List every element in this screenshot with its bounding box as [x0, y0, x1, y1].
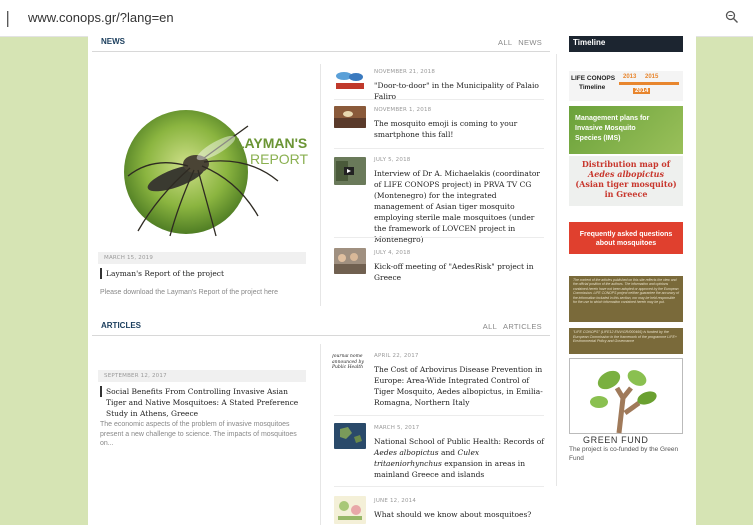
- faq-banner[interactable]: Frequently asked questions about mosquit…: [569, 222, 683, 254]
- news-thumb-1[interactable]: [334, 70, 366, 92]
- featured-news-date: MARCH 15, 2019: [104, 255, 154, 261]
- news-date-3: JULY 5, 2018: [374, 157, 411, 163]
- management-plans-banner[interactable]: Management plans for Invasive Mosquito S…: [569, 106, 683, 154]
- news-all-link[interactable]: ALL: [498, 38, 512, 47]
- news-date-2: NOVEMBER 1, 2018: [374, 107, 432, 113]
- news-row-divider: [334, 237, 544, 238]
- news-title-3[interactable]: Interview of Dr A. Michaelakis (coordina…: [374, 168, 546, 245]
- featured-article-marker: [100, 386, 102, 397]
- featured-article-title[interactable]: Social Benefits From Controlling Invasiv…: [106, 386, 308, 419]
- disclaimer-box: The content of the articles published on…: [569, 276, 683, 322]
- news-thumb-4[interactable]: [334, 248, 366, 274]
- timeline-banner[interactable]: LIFE CONOPS Timeline 2013 2015 2014: [569, 71, 683, 101]
- article-date-2: MARCH 5, 2017: [374, 425, 420, 431]
- featured-news-title[interactable]: Layman's Report of the project: [106, 268, 306, 279]
- articles-section-header: ARTICLES ALL ARTICLES: [92, 320, 550, 336]
- article-thumb-3[interactable]: [334, 496, 366, 524]
- news-date-4: JULY 4, 2018: [374, 250, 411, 256]
- news-row-divider: [334, 148, 544, 149]
- article-title-2[interactable]: National School of Public Health: Record…: [374, 436, 546, 480]
- page-content: NEWS ALL NEWS LAYMAN'S REPORT MARCH 15, 2…: [88, 36, 696, 525]
- news-thumb-3[interactable]: [334, 157, 366, 185]
- featured-news-desc: Please download the Layman's Report of t…: [100, 289, 279, 296]
- sidebar-divider: [556, 54, 557, 486]
- news-title-4[interactable]: Kick-off meeting of "AedesRisk" project …: [374, 261, 546, 283]
- timeline-arrow: [619, 82, 679, 85]
- article-date-1: APRIL 22, 2017: [374, 353, 419, 359]
- article-thumb-2[interactable]: [334, 423, 366, 449]
- featured-article-desc: The economic aspects of the problem of i…: [100, 421, 297, 447]
- featured-news-marker: [100, 268, 102, 279]
- funding-box: "LIFE CONOPS" (LIFE12 ENV/GR/000466) is …: [569, 328, 683, 354]
- distribution-map-banner[interactable]: Distribution map of Aedes albopictus (As…: [569, 156, 683, 206]
- green-fund-desc: The project is co-funded by the Green Fu…: [569, 446, 679, 462]
- news-column-divider: [320, 64, 321, 306]
- article-title-3[interactable]: What should we know about mosquitoes?: [374, 509, 546, 520]
- article-row-divider: [334, 486, 544, 487]
- news-title-2[interactable]: The mosquito emoji is coming to your sma…: [374, 118, 534, 140]
- articles-all-link[interactable]: ALL: [483, 322, 497, 331]
- articles-heading: ARTICLES: [101, 321, 141, 330]
- address-separator: |: [5, 8, 11, 27]
- article-row-divider: [334, 415, 544, 416]
- green-fund-title: GREEN FUND: [583, 435, 649, 445]
- green-fund-logo[interactable]: [569, 358, 683, 434]
- news-heading: NEWS: [101, 37, 125, 46]
- articles-column-divider: [320, 344, 321, 525]
- articles-category-link[interactable]: ARTICLES: [503, 322, 542, 331]
- timeline-tab[interactable]: Timeline: [569, 36, 683, 52]
- news-row-divider: [334, 99, 544, 100]
- news-date-1: NOVEMBER 21, 2018: [374, 69, 436, 75]
- article-date-3: JUNE 12, 2014: [374, 498, 417, 504]
- laymans-report-image[interactable]: LAYMAN'S REPORT: [98, 86, 308, 246]
- article-title-1[interactable]: The Cost of Arbovirus Disease Prevention…: [374, 364, 546, 408]
- address-bar[interactable]: | www.conops.gr/?lang=en: [0, 0, 753, 37]
- search-icon[interactable]: [725, 10, 739, 24]
- news-thumb-2[interactable]: [334, 106, 366, 128]
- article-thumb-1[interactable]: Journal home announced by Public Health: [332, 354, 366, 378]
- news-section-header: NEWS ALL NEWS: [92, 36, 550, 52]
- url-text[interactable]: www.conops.gr/?lang=en: [28, 10, 174, 25]
- laymans-logo-line2: REPORT: [250, 151, 308, 167]
- laymans-logo-line1: LAYMAN'S: [236, 135, 307, 151]
- featured-article-date: SEPTEMBER 12, 2017: [104, 373, 167, 379]
- news-category-link[interactable]: NEWS: [518, 38, 542, 47]
